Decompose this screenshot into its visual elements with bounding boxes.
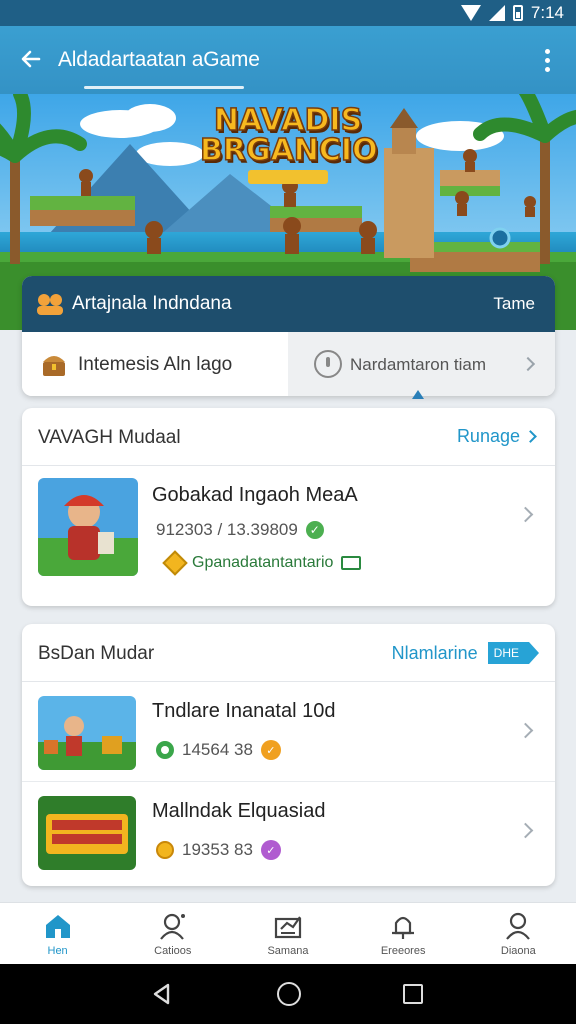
item-sub-label: Gpanadatantantario: [192, 554, 334, 571]
item-stat: 14564 38 ✓: [156, 740, 281, 760]
app-bar: Aldadartaatan aGame: [0, 26, 576, 94]
treasure-chest-icon: [43, 356, 65, 376]
certificate-icon: [273, 911, 303, 941]
badge-icon: ✓: [260, 740, 281, 760]
chevron-right-icon: [517, 722, 534, 739]
nav-item-home[interactable]: Hen: [0, 903, 115, 965]
nav-item-diaona[interactable]: Diaona: [461, 903, 576, 965]
nav-label: Hen: [47, 945, 68, 957]
section-2-header: BsDan Mudar Nlamlarine DHE: [22, 624, 555, 682]
section-1-title: VAVAGH Mudaal: [38, 427, 181, 448]
battery-icon: [512, 5, 523, 21]
user-icon: [503, 911, 533, 941]
option-right[interactable]: Nardamtaron tiam: [288, 332, 555, 396]
page-title: Aldadartaatan aGame: [58, 48, 260, 71]
item-stat-value: 14564 38: [182, 740, 253, 759]
system-home-icon[interactable]: [277, 982, 301, 1006]
ticket-icon: [341, 556, 362, 570]
bottom-navigation: Hen Catioos Samana Ereeores Diaona: [0, 902, 576, 964]
user-header[interactable]: Artajnala Indndana Tame: [22, 276, 555, 332]
nav-label: Samana: [267, 945, 309, 957]
nav-item-catioos[interactable]: Catioos: [115, 903, 230, 965]
section-2-title: BsDan Mudar: [38, 643, 155, 664]
info-icon: [314, 350, 342, 378]
item-sub: Gpanadatantantario: [162, 550, 362, 576]
hero-ribbon: [248, 170, 328, 184]
group-icon: [37, 294, 63, 315]
system-back-icon[interactable]: [150, 982, 174, 1006]
user-right-label: Tame: [493, 294, 535, 313]
tag-badge: DHE: [487, 642, 540, 664]
trophy-icon: [156, 841, 174, 859]
chevron-right-icon: [520, 356, 536, 372]
nav-item-ereeores[interactable]: Ereeores: [346, 903, 461, 965]
item-title: Tndlare Inanatal 10d: [152, 700, 336, 722]
option-right-label: Nardamtaron tiam: [350, 355, 487, 374]
section-1-link-label: Runage: [456, 426, 520, 446]
game-thumbnail: [38, 696, 136, 770]
signal-icon: [488, 5, 505, 21]
profile-icon: [158, 911, 188, 941]
arrow-left-icon: [21, 50, 41, 68]
dot-icon: [544, 48, 550, 54]
item-stat: 912303 / 13.39809 ✓: [156, 520, 324, 540]
bell-icon: [388, 911, 418, 941]
status-time: 7:14: [530, 3, 564, 22]
dot-icon: [544, 66, 550, 72]
chevron-right-icon: [517, 822, 534, 839]
pointer-indicator: [412, 390, 424, 399]
option-left[interactable]: Intemesis Aln lago: [22, 332, 288, 396]
status-bar: 7:14: [0, 0, 576, 26]
check-icon: ✓: [305, 521, 324, 539]
badge-icon: ✓: [260, 840, 281, 860]
item-stat-value: 912303 / 13.39809: [156, 520, 298, 539]
section-card-2: BsDan Mudar Nlamlarine DHE Tndlare Inana…: [22, 624, 555, 886]
chevron-right-icon: [524, 430, 537, 443]
system-navigation-bar: [0, 964, 576, 1024]
wifi-icon: [460, 5, 481, 21]
list-item[interactable]: Tndlare Inanatal 10d 14564 38 ✓: [22, 682, 555, 782]
status-icons: 7:14: [460, 3, 564, 23]
section-2-link[interactable]: Nlamlarine DHE: [391, 642, 540, 664]
title-underline: [84, 86, 244, 89]
hero-title-line1: NAVADIS: [213, 103, 363, 138]
section-1-header: VAVAGH Mudaal Runage: [22, 408, 555, 466]
home-icon: [43, 911, 73, 941]
logo-illustration: [38, 796, 136, 870]
adventure-illustration: [38, 696, 136, 770]
system-recents-icon[interactable]: [403, 984, 423, 1004]
nav-label: Catioos: [154, 945, 192, 957]
item-stat: 19353 83 ✓: [156, 840, 281, 860]
list-item[interactable]: Gobakad Ingaoh MeaA 912303 / 13.39809 ✓ …: [22, 466, 555, 606]
item-title: Gobakad Ingaoh MeaA: [152, 484, 358, 506]
section-2-link-label: Nlamlarine: [391, 642, 478, 663]
nav-label: Diaona: [500, 945, 536, 957]
section-1-link[interactable]: Runage: [456, 426, 537, 447]
hero-title: NAVADIS BRGANCIO: [199, 103, 378, 168]
chevron-right-icon: [517, 506, 534, 523]
gem-icon: [162, 550, 188, 576]
nav-label: Ereeores: [380, 945, 426, 957]
user-panel: Artajnala Indndana Tame Intemesis Aln la…: [22, 276, 555, 396]
explorer-illustration: [38, 478, 138, 576]
dot-icon: [544, 57, 550, 63]
hero-title-line2: BRGANCIO: [199, 133, 378, 168]
clover-icon: [156, 741, 174, 759]
user-name: Artajnala Indndana: [72, 293, 232, 314]
list-item[interactable]: Mallndak Elquasiad 19353 83 ✓: [22, 782, 555, 882]
option-left-label: Intemesis Aln lago: [78, 354, 233, 375]
nav-item-samana[interactable]: Samana: [230, 903, 345, 965]
game-thumbnail: [38, 796, 136, 870]
more-options-button[interactable]: [534, 44, 560, 76]
section-card-1: VAVAGH Mudaal Runage Gobakad Ingaoh MeaA…: [22, 408, 555, 606]
item-stat-value: 19353 83: [182, 840, 253, 859]
game-thumbnail: [38, 478, 138, 576]
item-title: Mallndak Elquasiad: [152, 800, 326, 822]
back-button[interactable]: [14, 42, 48, 76]
